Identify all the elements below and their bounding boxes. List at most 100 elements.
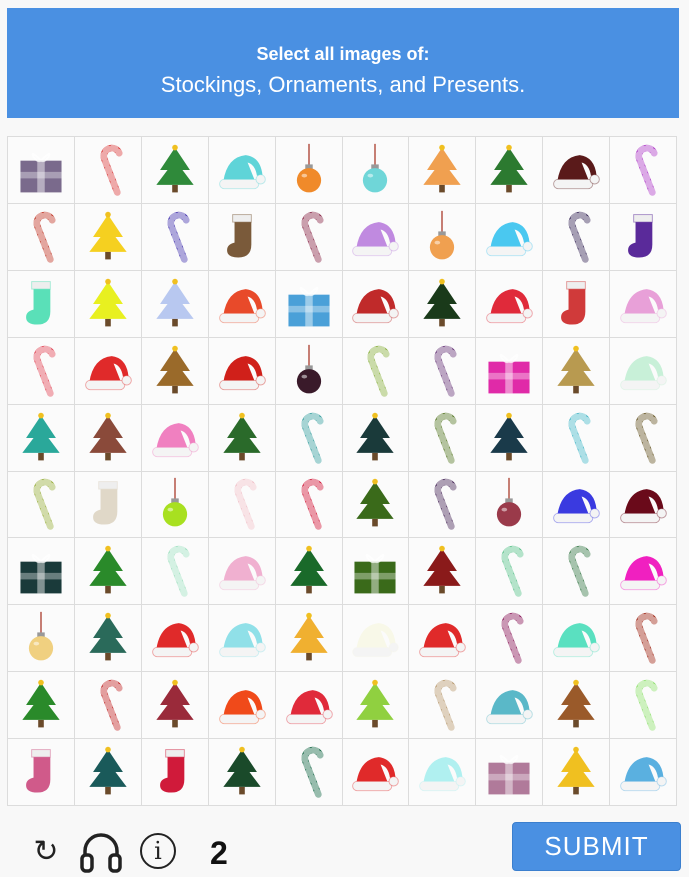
grid-tile-7-9[interactable]	[543, 538, 610, 605]
grid-tile-7-2[interactable]	[74, 538, 141, 605]
grid-tile-8-10[interactable]	[610, 605, 676, 672]
grid-tile-9-3[interactable]	[141, 672, 208, 739]
grid-tile-8-1[interactable]	[8, 605, 74, 672]
grid-tile-5-2[interactable]	[74, 404, 141, 471]
grid-tile-9-2[interactable]	[74, 672, 141, 739]
grid-tile-10-9[interactable]	[543, 739, 610, 805]
grid-tile-3-4[interactable]	[208, 270, 275, 337]
grid-tile-6-9[interactable]	[543, 471, 610, 538]
grid-tile-7-7[interactable]	[409, 538, 476, 605]
grid-tile-5-4[interactable]	[208, 404, 275, 471]
grid-tile-8-9[interactable]	[543, 605, 610, 672]
grid-tile-8-6[interactable]	[342, 605, 409, 672]
grid-tile-4-5[interactable]	[275, 337, 342, 404]
grid-tile-6-10[interactable]	[610, 471, 676, 538]
grid-tile-10-2[interactable]	[74, 739, 141, 805]
grid-tile-3-8[interactable]	[476, 270, 543, 337]
grid-tile-6-5[interactable]	[275, 471, 342, 538]
grid-tile-8-2[interactable]	[74, 605, 141, 672]
grid-tile-4-3[interactable]	[141, 337, 208, 404]
grid-tile-7-6[interactable]	[342, 538, 409, 605]
grid-tile-10-3[interactable]	[141, 739, 208, 805]
grid-tile-3-9[interactable]	[543, 270, 610, 337]
submit-button[interactable]: SUBMIT	[512, 822, 681, 871]
grid-tile-3-3[interactable]	[141, 270, 208, 337]
grid-tile-1-2[interactable]	[74, 137, 141, 203]
grid-tile-5-3[interactable]	[141, 404, 208, 471]
grid-tile-2-3[interactable]	[141, 203, 208, 270]
grid-tile-8-8[interactable]	[476, 605, 543, 672]
grid-tile-6-7[interactable]	[409, 471, 476, 538]
grid-tile-9-4[interactable]	[208, 672, 275, 739]
grid-tile-6-1[interactable]	[8, 471, 74, 538]
grid-tile-2-1[interactable]	[8, 203, 74, 270]
grid-tile-10-8[interactable]	[476, 739, 543, 805]
grid-tile-2-4[interactable]	[208, 203, 275, 270]
grid-tile-9-8[interactable]	[476, 672, 543, 739]
grid-tile-4-9[interactable]	[543, 337, 610, 404]
info-icon[interactable]: i	[140, 833, 176, 869]
grid-tile-4-7[interactable]	[409, 337, 476, 404]
grid-tile-10-10[interactable]	[610, 739, 676, 805]
grid-tile-3-7[interactable]	[409, 270, 476, 337]
grid-tile-10-6[interactable]	[342, 739, 409, 805]
grid-tile-6-6[interactable]	[342, 471, 409, 538]
grid-tile-3-2[interactable]	[74, 270, 141, 337]
grid-tile-2-9[interactable]	[543, 203, 610, 270]
grid-tile-9-1[interactable]	[8, 672, 74, 739]
grid-tile-1-4[interactable]	[208, 137, 275, 203]
grid-tile-2-2[interactable]	[74, 203, 141, 270]
grid-tile-5-1[interactable]	[8, 404, 74, 471]
grid-tile-9-9[interactable]	[543, 672, 610, 739]
grid-tile-9-10[interactable]	[610, 672, 676, 739]
grid-tile-9-6[interactable]	[342, 672, 409, 739]
headphones-icon[interactable]	[78, 829, 124, 875]
grid-tile-2-5[interactable]	[275, 203, 342, 270]
grid-tile-5-7[interactable]	[409, 404, 476, 471]
grid-tile-6-8[interactable]	[476, 471, 543, 538]
grid-tile-4-2[interactable]	[74, 337, 141, 404]
grid-tile-4-1[interactable]	[8, 337, 74, 404]
grid-tile-9-7[interactable]	[409, 672, 476, 739]
grid-tile-2-8[interactable]	[476, 203, 543, 270]
grid-tile-7-3[interactable]	[141, 538, 208, 605]
grid-tile-1-3[interactable]	[141, 137, 208, 203]
grid-tile-10-5[interactable]	[275, 739, 342, 805]
grid-tile-5-10[interactable]	[610, 404, 676, 471]
grid-tile-3-1[interactable]	[8, 270, 74, 337]
grid-tile-7-1[interactable]	[8, 538, 74, 605]
grid-tile-2-7[interactable]	[409, 203, 476, 270]
grid-tile-6-4[interactable]	[208, 471, 275, 538]
grid-tile-8-4[interactable]	[208, 605, 275, 672]
reload-icon[interactable]: ↻	[30, 835, 62, 868]
grid-tile-5-9[interactable]	[543, 404, 610, 471]
grid-tile-2-10[interactable]	[610, 203, 676, 270]
grid-tile-4-8[interactable]	[476, 337, 543, 404]
grid-tile-5-6[interactable]	[342, 404, 409, 471]
grid-tile-1-8[interactable]	[476, 137, 543, 203]
grid-tile-1-6[interactable]	[342, 137, 409, 203]
grid-tile-10-1[interactable]	[8, 739, 74, 805]
grid-tile-5-8[interactable]	[476, 404, 543, 471]
grid-tile-1-5[interactable]	[275, 137, 342, 203]
grid-tile-7-8[interactable]	[476, 538, 543, 605]
grid-tile-1-10[interactable]	[610, 137, 676, 203]
grid-tile-7-4[interactable]	[208, 538, 275, 605]
grid-tile-8-3[interactable]	[141, 605, 208, 672]
grid-tile-4-10[interactable]	[610, 337, 676, 404]
grid-tile-6-3[interactable]	[141, 471, 208, 538]
grid-tile-6-2[interactable]	[74, 471, 141, 538]
grid-tile-1-9[interactable]	[543, 137, 610, 203]
grid-tile-1-1[interactable]	[8, 137, 74, 203]
grid-tile-5-5[interactable]	[275, 404, 342, 471]
grid-tile-8-7[interactable]	[409, 605, 476, 672]
grid-tile-1-7[interactable]	[409, 137, 476, 203]
grid-tile-7-10[interactable]	[610, 538, 676, 605]
grid-tile-7-5[interactable]	[275, 538, 342, 605]
grid-tile-9-5[interactable]	[275, 672, 342, 739]
grid-tile-3-10[interactable]	[610, 270, 676, 337]
grid-tile-4-4[interactable]	[208, 337, 275, 404]
grid-tile-4-6[interactable]	[342, 337, 409, 404]
grid-tile-3-6[interactable]	[342, 270, 409, 337]
grid-tile-10-7[interactable]	[409, 739, 476, 805]
